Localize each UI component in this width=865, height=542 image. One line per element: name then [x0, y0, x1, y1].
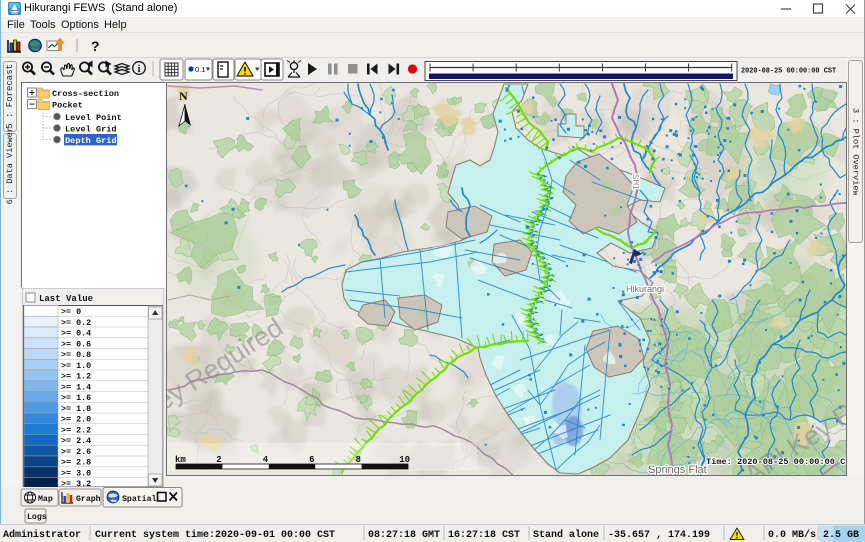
svg-text:Stand alone: Stand alone [533, 529, 599, 541]
svg-text:km: km [175, 455, 186, 465]
svg-text:Time: 2020-08-25 00:00:00 CST: Time: 2020-08-25 00:00:00 CST [706, 457, 846, 467]
svg-text:8: 8 [355, 455, 360, 465]
svg-text:Last Value: Last Value [39, 294, 93, 304]
svg-text:08:27:18 GMT: 08:27:18 GMT [368, 530, 440, 541]
svg-text:Pocket: Pocket [52, 101, 83, 111]
svg-text:0.1: 0.1 [195, 65, 205, 74]
svg-text:Level Point: Level Point [65, 113, 122, 123]
svg-text:>= 0.8: >= 0.8 [61, 350, 91, 360]
svg-text:10: 10 [399, 455, 410, 465]
svg-text:>= 2.2: >= 2.2 [61, 425, 91, 435]
svg-text:?: ? [91, 38, 100, 54]
svg-text:2.5 GB: 2.5 GB [823, 530, 859, 541]
svg-text:N: N [179, 89, 188, 103]
svg-text:>= 3.0: >= 3.0 [61, 468, 91, 478]
svg-text:>= 1.2: >= 1.2 [61, 372, 91, 382]
svg-text:>= 2.4: >= 2.4 [61, 436, 91, 446]
svg-text:>= 3.2: >= 3.2 [61, 479, 91, 487]
svg-text:-35.657 , 174.199: -35.657 , 174.199 [608, 530, 710, 541]
svg-text:>= 2.6: >= 2.6 [61, 447, 91, 457]
svg-text:Cross-section: Cross-section [52, 89, 119, 99]
svg-text:2: 2 [216, 455, 221, 465]
svg-text:>= 0: >= 0 [61, 307, 81, 317]
svg-text:2020-08-25 00:00:00 CST: 2020-08-25 00:00:00 CST [741, 68, 836, 76]
svg-text:Depth Grid: Depth Grid [65, 136, 117, 146]
svg-text:>= 1.4: >= 1.4 [61, 382, 91, 392]
svg-text:Level Grid: Level Grid [65, 124, 117, 134]
svg-text:>= 0.4: >= 0.4 [61, 329, 91, 339]
svg-text:Administrator: Administrator [3, 529, 81, 541]
svg-text:>= 2.0: >= 2.0 [61, 415, 91, 425]
svg-text:SH1: SH1 [631, 174, 640, 190]
svg-text:Graph: Graph [76, 494, 101, 504]
svg-text:16:27:18 CST: 16:27:18 CST [448, 530, 520, 541]
svg-text:Logs: Logs [27, 513, 47, 522]
svg-text:>= 1.8: >= 1.8 [61, 404, 91, 414]
svg-text:4: 4 [263, 455, 269, 465]
svg-text:0.0 MB/s: 0.0 MB/s [768, 529, 816, 541]
svg-text:>= 1.6: >= 1.6 [61, 393, 91, 403]
svg-text:i: i [138, 64, 141, 75]
svg-text:>= 0.6: >= 0.6 [61, 339, 91, 349]
svg-text:Springs Flat: Springs Flat [648, 464, 707, 475]
svg-text:Hikurangi: Hikurangi [626, 284, 664, 294]
svg-text:6: 6 [309, 455, 314, 465]
svg-text:Map: Map [38, 495, 53, 504]
svg-text:Spatial: Spatial [122, 494, 156, 504]
svg-text:>= 0.2: >= 0.2 [61, 318, 91, 328]
svg-text:>= 2.8: >= 2.8 [61, 458, 91, 468]
svg-text:Current system time:2020-09-01: Current system time:2020-09-01 00:00 CST [95, 529, 335, 541]
svg-text:>= 1.0: >= 1.0 [61, 361, 91, 371]
